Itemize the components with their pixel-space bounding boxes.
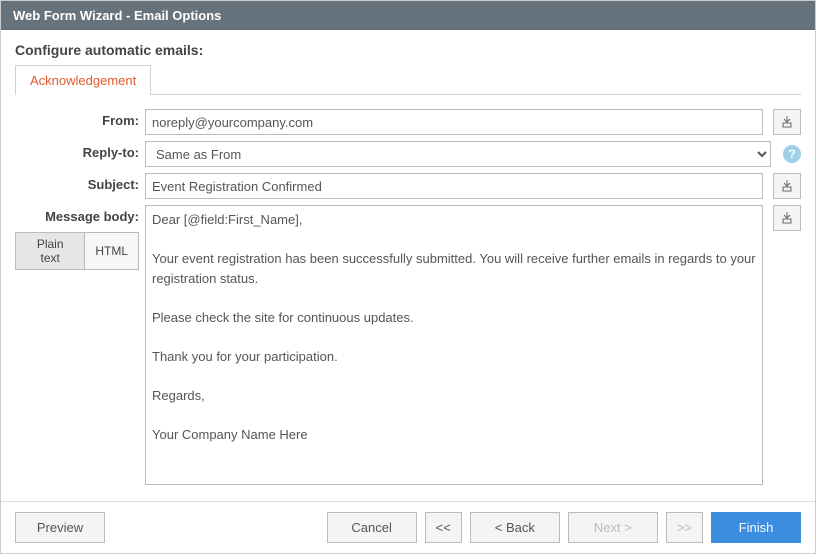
tab-acknowledgement[interactable]: Acknowledgement [15,65,151,95]
wizard-window: Web Form Wizard - Email Options Configur… [0,0,816,554]
from-row: From: [15,109,801,135]
configure-heading: Configure automatic emails: [15,42,801,58]
from-insert-field-button[interactable] [773,109,801,135]
content-area: Configure automatic emails: Acknowledgem… [1,30,815,502]
insert-field-icon [780,211,794,225]
insert-field-icon [780,179,794,193]
format-plain-button[interactable]: Plain text [16,233,85,269]
body-textarea[interactable] [145,205,763,485]
tab-strip: Acknowledgement [15,64,801,95]
cancel-button[interactable]: Cancel [327,512,417,543]
finish-button[interactable]: Finish [711,512,801,543]
from-input[interactable] [145,109,763,135]
body-label: Message body: [45,205,139,224]
replyto-label: Reply-to: [15,141,145,160]
window-titlebar: Web Form Wizard - Email Options [1,1,815,30]
wizard-footer: Preview Cancel << < Back Next > >> Finis… [1,502,815,553]
subject-label: Subject: [15,173,145,192]
subject-row: Subject: [15,173,801,199]
body-row: Message body: Plain text HTML [15,205,801,485]
help-icon[interactable]: ? [783,145,801,163]
body-insert-field-button[interactable] [773,205,801,231]
replyto-select[interactable]: Same as From [145,141,771,167]
first-button[interactable]: << [425,512,462,543]
format-toggle: Plain text HTML [15,232,139,270]
replyto-row: Reply-to: Same as From ? [15,141,801,167]
subject-input[interactable] [145,173,763,199]
subject-insert-field-button[interactable] [773,173,801,199]
window-title: Web Form Wizard - Email Options [13,8,221,23]
next-button: Next > [568,512,658,543]
last-button: >> [666,512,703,543]
preview-button[interactable]: Preview [15,512,105,543]
format-html-button[interactable]: HTML [85,233,138,269]
insert-field-icon [780,115,794,129]
from-label: From: [15,109,145,128]
back-button[interactable]: < Back [470,512,560,543]
